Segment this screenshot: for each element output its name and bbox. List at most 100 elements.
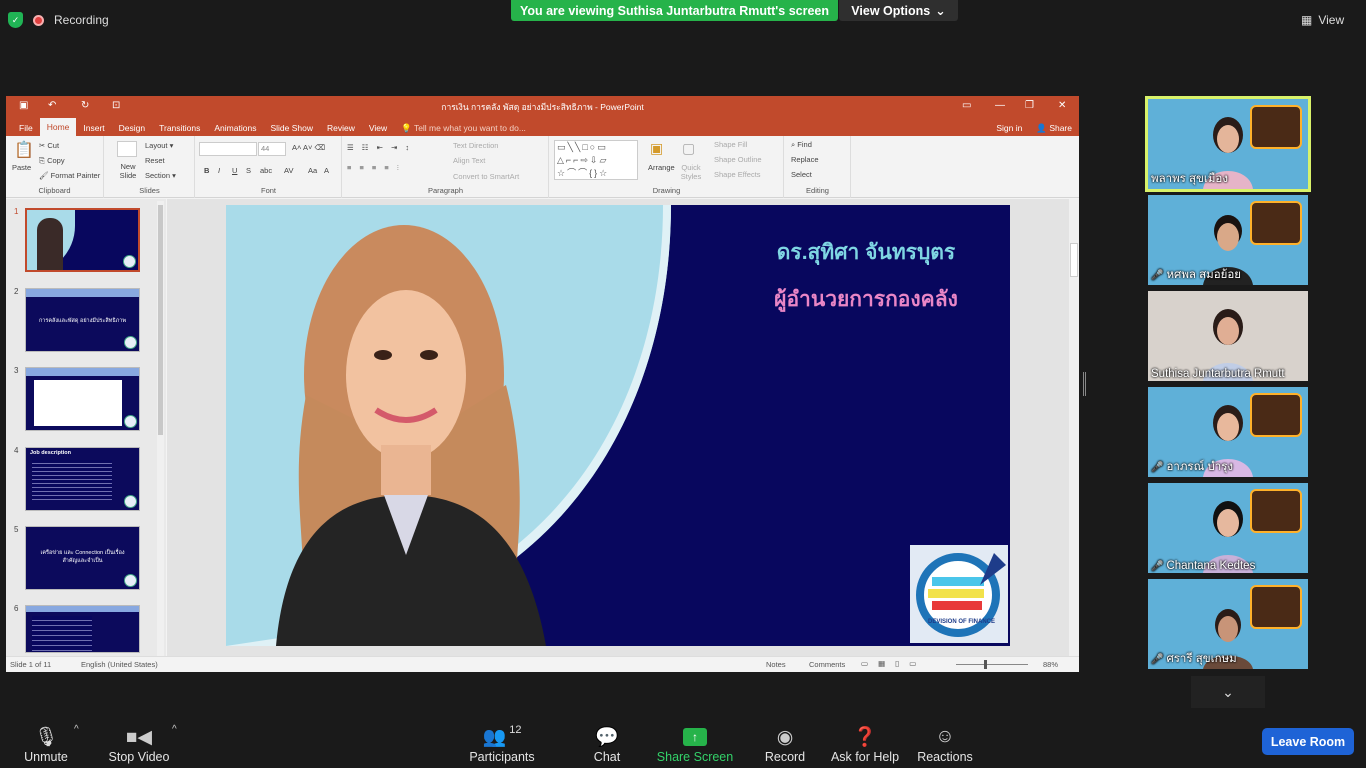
video-tile[interactable]: 🎤 Chantana Kedtes [1148, 483, 1308, 573]
share-button[interactable]: 👤 Share [1029, 120, 1079, 136]
format-painter-button[interactable]: 🖌 Format Painter [39, 171, 100, 180]
font-size-input[interactable]: 44 [258, 142, 286, 156]
division-finance-logo: DEVISION OF FINANCE [910, 545, 1008, 643]
scroll-tiles-down-button[interactable]: ⌄ [1191, 676, 1265, 708]
copy-button[interactable]: ⎘ Copy [39, 156, 65, 166]
unmute-button[interactable]: 🎙 Unmute [18, 718, 74, 764]
thumbnail-slide-3[interactable] [25, 367, 140, 431]
zoom-level[interactable]: 88% [1043, 660, 1058, 669]
comments-button[interactable]: Comments [809, 660, 845, 669]
shape-effects-button[interactable]: Shape Effects [714, 170, 761, 179]
shapes-gallery[interactable]: ▭╲╲□○▭ △⌐⌐⇨⇩▱ ☆⌒⌒{}☆ [554, 140, 638, 180]
restore-icon[interactable]: ❐ [1025, 100, 1034, 111]
tell-me-box[interactable]: 💡 Tell me what you want to do... [394, 120, 533, 136]
tab-home[interactable]: Home [39, 118, 77, 136]
zoom-slider[interactable] [956, 664, 1028, 665]
video-tile[interactable]: 🎤 หศพล สมอย้อย [1148, 195, 1308, 285]
thumbnail-slide-4[interactable]: Job description [25, 447, 140, 511]
video-tile[interactable]: Suthisa Juntarbutra Rmutt [1148, 291, 1308, 381]
group-label: Slides [139, 186, 160, 195]
tab-file[interactable]: File [12, 120, 40, 136]
tab-review[interactable]: Review [320, 120, 362, 136]
align-icons[interactable]: ≡ ≡ ≡ ≡ ⫶ [347, 163, 402, 173]
grow-font-icon[interactable]: A˄ A˅ ⌫ [292, 143, 325, 152]
tab-design[interactable]: Design [112, 120, 152, 136]
bold-icon[interactable]: B [204, 166, 209, 175]
undo-icon[interactable]: ↶ [48, 100, 56, 111]
ribbon-display-icon[interactable]: ▭ [962, 100, 971, 111]
paste-button[interactable]: Paste [12, 163, 31, 172]
view-options-button[interactable]: View Options ⌄ [839, 0, 958, 21]
editor-scrollbar[interactable] [1069, 199, 1079, 656]
video-tile[interactable]: 🎤 อาภรณ์ บำรุง [1148, 387, 1308, 477]
case-icon[interactable]: Aa [308, 166, 317, 175]
stop-video-button[interactable]: ■◀ Stop Video [104, 718, 174, 765]
align-text-button[interactable]: Align Text [453, 156, 485, 165]
panel-resize-handle[interactable] [1083, 372, 1086, 396]
tab-transitions[interactable]: Transitions [152, 120, 207, 136]
thumbnail-slide-6[interactable] [25, 605, 140, 653]
present-icon[interactable]: ⊡ [112, 100, 120, 111]
redo-icon[interactable]: ↻ [81, 100, 89, 111]
scrollbar-thumb[interactable] [1070, 243, 1078, 277]
record-button[interactable]: ◉ Record [762, 718, 808, 765]
convert-smartart-button[interactable]: Convert to SmartArt [453, 172, 519, 181]
new-slide-button[interactable]: New Slide [113, 162, 143, 180]
video-options-caret[interactable]: ^ [172, 724, 177, 735]
section-button[interactable]: Section ▾ [145, 171, 176, 180]
font-name-input[interactable] [199, 142, 257, 156]
video-tile[interactable]: พลาพร สุขเมือง [1145, 96, 1311, 192]
chat-button[interactable]: 💬 Chat [586, 718, 628, 764]
layout-button[interactable]: Layout ▾ [145, 141, 173, 150]
scrollbar-thumb[interactable] [158, 205, 163, 435]
notes-button[interactable]: Notes [766, 660, 786, 669]
editing-group: ⌕ Find Replace Select Editing [785, 136, 851, 198]
current-slide[interactable]: DEVISION OF FINANCE [226, 205, 1010, 646]
tab-slide-show[interactable]: Slide Show [263, 120, 320, 136]
font-color-icon[interactable]: A [324, 166, 329, 175]
tab-animations[interactable]: Animations [207, 120, 263, 136]
thumbnail-slide-1[interactable] [25, 208, 140, 272]
shadow-icon[interactable]: S [246, 166, 251, 175]
thumbnail-slide-5[interactable]: เครือข่าย และ Connection เป็นเรื่องสำคัญ… [25, 526, 140, 590]
sign-in-link[interactable]: Sign in [989, 120, 1029, 136]
strike-icon[interactable]: abc [260, 166, 272, 175]
list-icons[interactable]: ☰ ☷ ⇤ ⇥ ↕ [347, 143, 412, 152]
audio-options-caret[interactable]: ^ [74, 724, 79, 735]
video-tile[interactable]: 🎤 ศรารี สุขเกษม [1148, 579, 1308, 669]
underline-icon[interactable]: U [232, 166, 237, 175]
ask-for-help-button[interactable]: ❓ Ask for Help [830, 718, 900, 764]
arrange-button[interactable]: Arrange [648, 163, 675, 172]
zoom-slider-handle[interactable] [984, 660, 987, 669]
spacing-icon[interactable]: AV [284, 166, 293, 175]
thumbnail-slide-2[interactable]: การคลังและพัสดุ อย่างมีประสิทธิภาพ [25, 288, 140, 352]
tab-insert[interactable]: Insert [76, 120, 111, 136]
select-button[interactable]: Select [791, 170, 812, 179]
text-direction-button[interactable]: Text Direction [453, 141, 498, 150]
background-banner [1250, 393, 1302, 437]
tab-view[interactable]: View [362, 120, 394, 136]
view-mode-icons[interactable]: ▭▦▯▭ [861, 659, 926, 668]
view-button[interactable]: ▦ View [1301, 10, 1344, 30]
slide-thumbnails-pane[interactable]: 1 2 การคลังและพัสดุ อย่างมีประสิทธิภาพ 3… [6, 199, 166, 656]
font-group: 44 A˄ A˅ ⌫ B I U S abc AV Aa A Font [196, 136, 342, 198]
find-button[interactable]: ⌕ Find [791, 140, 812, 150]
arrange-icon: ▣ [650, 140, 664, 156]
save-icon[interactable]: ▣ [19, 100, 28, 111]
share-screen-button[interactable]: ↑ Share Screen [656, 718, 734, 764]
shape-outline-button[interactable]: Shape Outline [714, 155, 762, 164]
thumbnails-scrollbar[interactable] [157, 201, 164, 656]
quick-styles-button[interactable]: Quick Styles [678, 163, 704, 181]
reactions-button[interactable]: ☺ Reactions [916, 718, 974, 764]
minimize-icon[interactable]: — [995, 100, 1005, 111]
leave-room-button[interactable]: Leave Room [1262, 728, 1354, 755]
recording-indicator[interactable]: ✓ Recording [8, 10, 109, 30]
language-status[interactable]: English (United States) [81, 660, 158, 669]
replace-button[interactable]: Replace [791, 155, 819, 164]
italic-icon[interactable]: I [218, 166, 220, 175]
shape-fill-button[interactable]: Shape Fill [714, 140, 747, 149]
reset-button[interactable]: Reset [145, 156, 165, 165]
cut-button[interactable]: ✂ Cut [39, 141, 59, 150]
participants-button[interactable]: 👥 12 Participants [466, 718, 538, 764]
close-icon[interactable]: ✕ [1058, 100, 1066, 111]
